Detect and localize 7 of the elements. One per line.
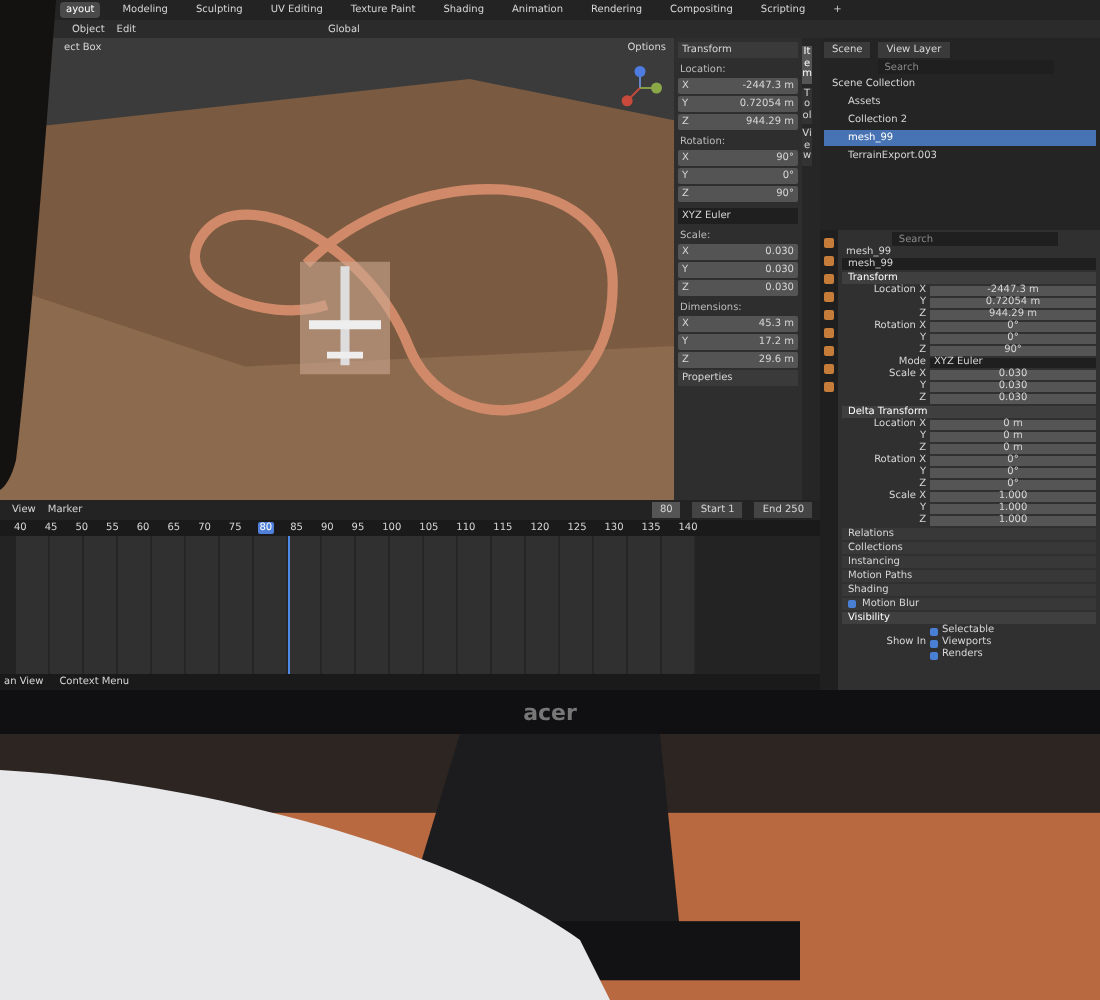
airplane-drawing: [300, 258, 390, 378]
checkbox[interactable]: [930, 639, 938, 647]
checkbox[interactable]: [930, 651, 938, 659]
brand-logo: acer: [523, 699, 577, 725]
axis-gizmo-icon[interactable]: [618, 66, 662, 110]
checkbox[interactable]: [930, 627, 938, 635]
checkbox[interactable]: [848, 600, 856, 608]
